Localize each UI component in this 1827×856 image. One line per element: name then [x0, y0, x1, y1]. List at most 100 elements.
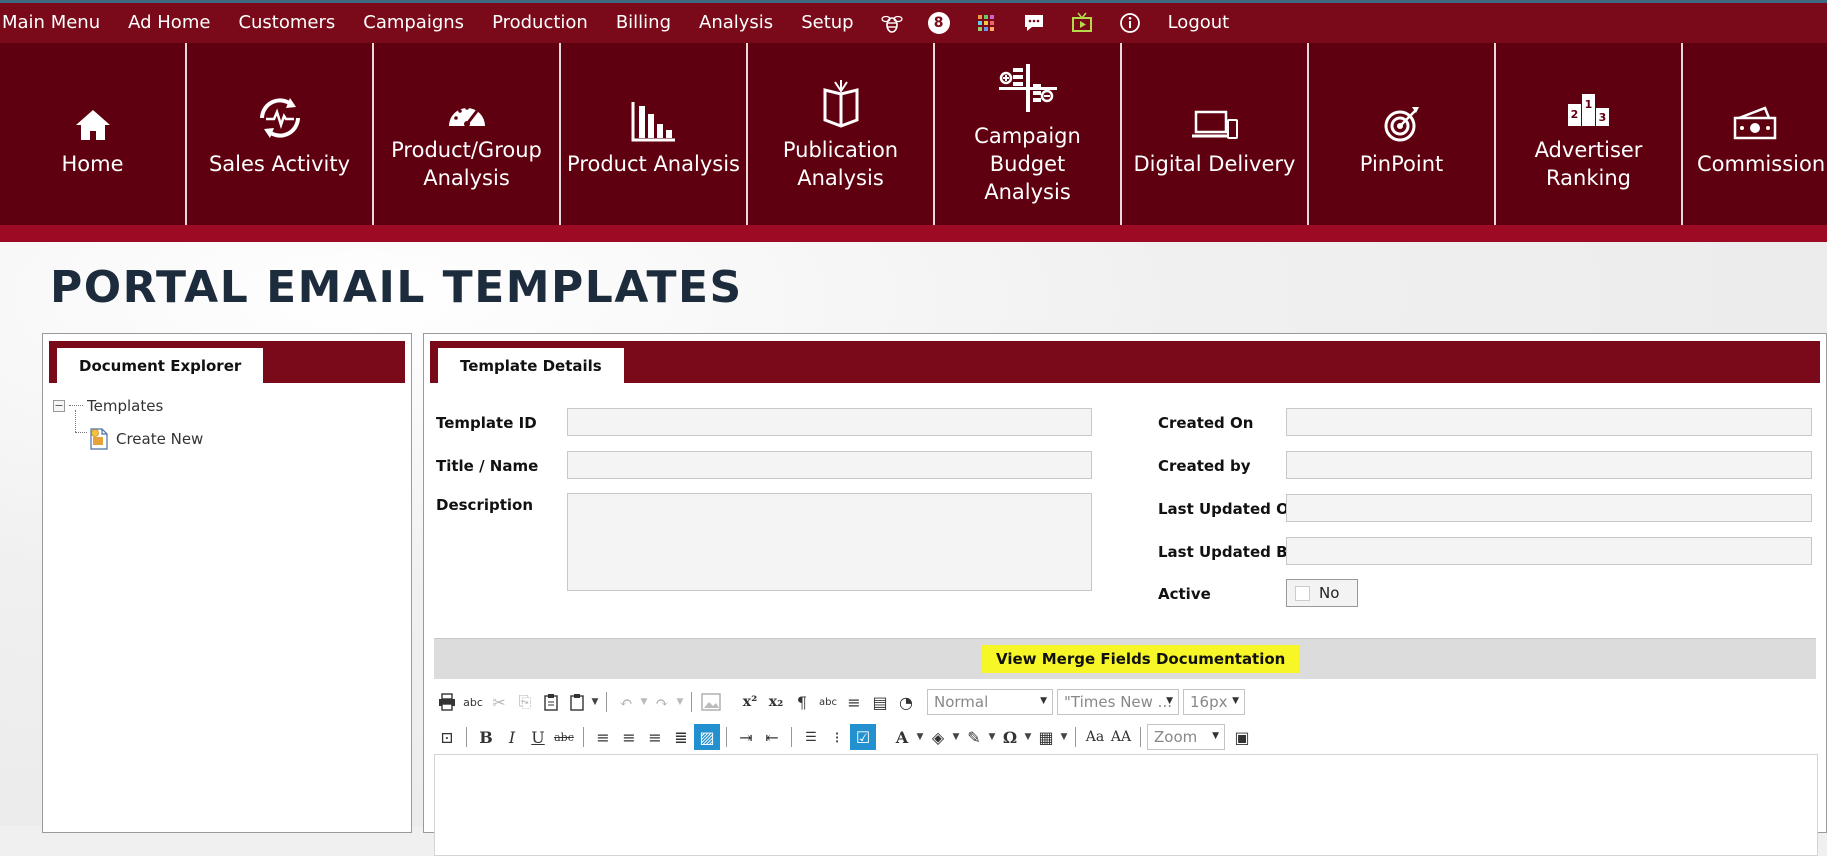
- menu-campaigns[interactable]: Campaigns: [349, 3, 478, 43]
- image-icon[interactable]: [698, 689, 724, 715]
- align-left-icon[interactable]: ≡: [590, 724, 616, 750]
- menu-ad-home[interactable]: Ad Home: [114, 3, 224, 43]
- paste-icon[interactable]: [538, 689, 564, 715]
- tree-label-templates[interactable]: Templates: [87, 397, 163, 415]
- chevron-down-icon[interactable]: ▼: [1059, 732, 1069, 742]
- tile-advertiser-ranking[interactable]: 213 Advertiser Ranking: [1496, 43, 1683, 225]
- email-body-editor[interactable]: [434, 754, 1818, 856]
- paste-options-icon[interactable]: [564, 689, 590, 715]
- print-icon[interactable]: [434, 689, 460, 715]
- menu-analysis[interactable]: Analysis: [685, 3, 787, 43]
- view-merge-fields-button[interactable]: View Merge Fields Documentation: [982, 645, 1300, 673]
- tile-commission[interactable]: Commission: [1683, 43, 1826, 225]
- spelling-options-icon[interactable]: abc: [815, 689, 841, 715]
- last-updated-on-field[interactable]: [1286, 494, 1812, 522]
- format-painter-icon[interactable]: ✎: [961, 724, 987, 750]
- tile-label: Home: [61, 152, 124, 176]
- superscript-icon[interactable]: x²: [737, 689, 763, 715]
- tile-campaign-budget-analysis[interactable]: Campaign Budget Analysis: [935, 43, 1122, 225]
- menu-production[interactable]: Production: [478, 3, 602, 43]
- notification-badge[interactable]: 8: [927, 12, 950, 34]
- tile-product-analysis[interactable]: Product Analysis: [561, 43, 748, 225]
- chevron-down-icon[interactable]: ▼: [915, 732, 925, 742]
- title-name-field[interactable]: [567, 451, 1092, 479]
- select-all-icon[interactable]: ⊡: [434, 724, 460, 750]
- tile-label: Product Analysis: [567, 152, 740, 176]
- menu-setup[interactable]: Setup: [787, 3, 867, 43]
- strikethrough-button[interactable]: abc: [551, 724, 577, 750]
- tab-template-details[interactable]: Template Details: [438, 348, 624, 383]
- chevron-down-icon: ▼: [1166, 696, 1173, 706]
- menu-main-menu[interactable]: Main Menu: [0, 3, 114, 43]
- align-center-icon[interactable]: ≡: [616, 724, 642, 750]
- tv-icon[interactable]: [1070, 11, 1094, 35]
- special-character-icon[interactable]: Ω: [997, 724, 1023, 750]
- created-by-field[interactable]: [1286, 451, 1812, 479]
- subscript-icon[interactable]: x₂: [763, 689, 789, 715]
- tile-publication-analysis[interactable]: Publication Analysis: [748, 43, 935, 225]
- format-block-select[interactable]: Normal ▼: [927, 689, 1053, 715]
- spellcheck-icon[interactable]: abc: [460, 689, 486, 715]
- lowercase-icon[interactable]: Aa: [1082, 724, 1108, 750]
- font-name-value: "Times New ...: [1064, 693, 1172, 711]
- created-on-field[interactable]: [1286, 408, 1812, 436]
- tile-digital-delivery[interactable]: Digital Delivery: [1122, 43, 1309, 225]
- preview-icon[interactable]: ▣: [1229, 724, 1255, 750]
- chevron-down-icon[interactable]: ▼: [639, 697, 649, 707]
- outdent-icon[interactable]: ⇤: [759, 724, 785, 750]
- bold-button[interactable]: B: [473, 724, 499, 750]
- bee-icon[interactable]: [880, 11, 904, 35]
- tile-product-group-analysis[interactable]: Product/Group Analysis: [374, 43, 561, 225]
- italic-button[interactable]: I: [499, 724, 525, 750]
- tile-home[interactable]: Home: [0, 43, 187, 225]
- font-color-icon[interactable]: A: [889, 724, 915, 750]
- tile-pinpoint[interactable]: PinPoint: [1309, 43, 1496, 225]
- horizontal-rule-icon[interactable]: ≡: [841, 689, 867, 715]
- info-icon[interactable]: [1118, 11, 1142, 35]
- underline-button[interactable]: U: [525, 724, 551, 750]
- active-toggle[interactable]: No: [1286, 579, 1358, 607]
- no-wrap-icon[interactable]: ▨: [694, 724, 720, 750]
- chevron-down-icon[interactable]: ▼: [987, 732, 997, 742]
- bulleted-list-icon[interactable]: ⁝: [824, 724, 850, 750]
- chevron-down-icon[interactable]: ▼: [951, 732, 961, 742]
- highlight-color-icon[interactable]: ◈: [925, 724, 951, 750]
- template-id-field[interactable]: [567, 408, 1092, 436]
- menu-customers[interactable]: Customers: [224, 3, 349, 43]
- tab-document-explorer[interactable]: Document Explorer: [57, 348, 264, 383]
- undo-icon[interactable]: ↶: [613, 689, 639, 715]
- zoom-select[interactable]: Zoom ▼: [1147, 724, 1225, 750]
- last-updated-by-field[interactable]: [1286, 537, 1812, 565]
- tree-label-create-new[interactable]: Create New: [116, 430, 203, 448]
- menu-billing[interactable]: Billing: [602, 3, 685, 43]
- align-right-icon[interactable]: ≡: [642, 724, 668, 750]
- apps-grid-icon[interactable]: [974, 11, 998, 35]
- form-icon[interactable]: ▤: [867, 689, 893, 715]
- description-field[interactable]: [567, 493, 1092, 591]
- svg-text:1: 1: [1584, 98, 1592, 111]
- font-name-select[interactable]: "Times New ... ▼: [1057, 689, 1179, 715]
- uppercase-icon[interactable]: AA: [1108, 724, 1134, 750]
- justify-icon[interactable]: ≣: [668, 724, 694, 750]
- toolbar-separator: [583, 727, 584, 747]
- spellcheck-text: abc: [463, 695, 483, 709]
- chevron-down-icon: ▼: [1040, 696, 1047, 706]
- paragraph-icon[interactable]: ¶: [789, 689, 815, 715]
- redo-icon[interactable]: ↷: [649, 689, 675, 715]
- indent-icon[interactable]: ⇥: [733, 724, 759, 750]
- chevron-down-icon[interactable]: ▼: [1023, 732, 1033, 742]
- chevron-down-icon[interactable]: ▼: [675, 697, 685, 707]
- cut-icon[interactable]: ✂: [486, 689, 512, 715]
- table-icon[interactable]: ▦: [1033, 724, 1059, 750]
- font-size-select[interactable]: 16px ▼: [1183, 689, 1245, 715]
- tree-node-create-new[interactable]: Create New: [75, 410, 203, 455]
- collapse-icon[interactable]: −: [53, 399, 65, 412]
- clock-icon[interactable]: ◔: [893, 689, 919, 715]
- track-changes-icon[interactable]: ☑: [850, 724, 876, 750]
- numbered-list-icon[interactable]: ☰: [798, 724, 824, 750]
- menu-logout[interactable]: Logout: [1154, 3, 1244, 43]
- chat-icon[interactable]: [1022, 11, 1046, 35]
- copy-icon[interactable]: ⎘: [512, 689, 538, 715]
- chevron-down-icon[interactable]: ▼: [590, 697, 600, 707]
- tile-sales-activity[interactable]: Sales Activity: [187, 43, 374, 225]
